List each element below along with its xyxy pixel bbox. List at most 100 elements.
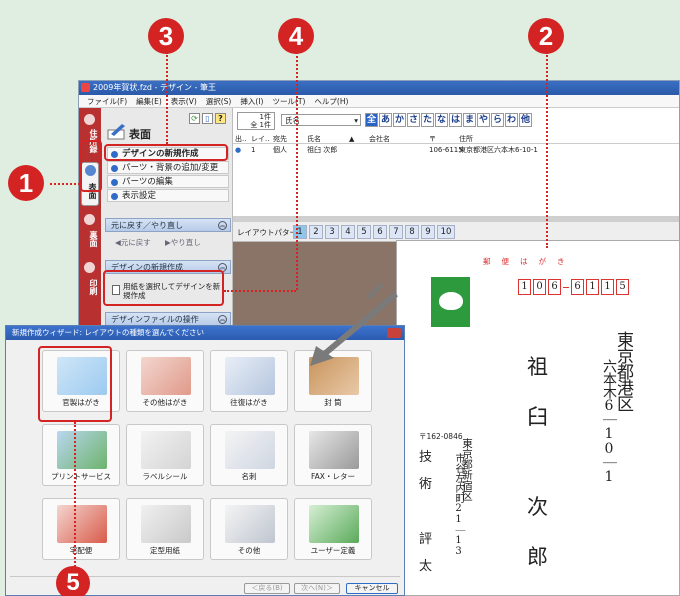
tile-fax-letter[interactable]: FAX・レター xyxy=(294,424,372,486)
callout-badge-2: 2 xyxy=(528,18,564,54)
tile-reply-postcard[interactable]: 往復はがき xyxy=(210,350,288,412)
tile-standard-paper[interactable]: 定型用紙 xyxy=(126,498,204,560)
menu-display-settings[interactable]: 表示設定 xyxy=(107,189,229,202)
layout-pattern-8[interactable]: 8 xyxy=(405,225,419,239)
leader-line-1 xyxy=(50,183,80,185)
fax-icon xyxy=(309,431,359,469)
reply-postcard-icon xyxy=(225,357,275,395)
table-row[interactable]: ● 1 個人 祖臼 次郎 106-6115 東京都港区六本木6-10-1 xyxy=(233,145,679,155)
kana-na[interactable]: な xyxy=(435,113,448,127)
kana-ma[interactable]: ま xyxy=(463,113,476,127)
zip-digit: 0 xyxy=(533,279,546,295)
col-out[interactable]: 出.. xyxy=(235,134,246,144)
back-icon xyxy=(84,214,95,225)
layout-pattern-6[interactable]: 6 xyxy=(373,225,387,239)
kana-filter-bar: 全 あ か さ た な は ま や ら わ 他 xyxy=(365,113,532,127)
recipient-name-char: 臼 xyxy=(527,405,548,429)
undo-link[interactable]: ◀元に戻す xyxy=(115,237,151,248)
kana-ha[interactable]: は xyxy=(449,113,462,127)
menu-insert[interactable]: 挿入(I) xyxy=(240,95,263,107)
sort-field-select[interactable]: 氏名 ▾ xyxy=(281,114,361,126)
next-button[interactable]: 次へ(N)＞ xyxy=(294,583,340,594)
zip-digit: 1 xyxy=(518,279,531,295)
tile-label-sticker[interactable]: ラベルシール xyxy=(126,424,204,486)
col-zip[interactable]: 〒 xyxy=(429,134,436,144)
pointer-arrow-small-icon xyxy=(366,282,384,300)
menu-add-parts[interactable]: パーツ・背景の追加/変更 xyxy=(107,161,229,174)
postcard-preview[interactable]: 郵便はがき 1 0 6 6 1 1 5 東京都港区 六本木6｜10｜1 祖 臼 … xyxy=(396,240,680,596)
standard-paper-icon xyxy=(141,505,191,543)
tile-print-service[interactable]: プリントサービス xyxy=(42,424,120,486)
recipient-name-char: 郎 xyxy=(527,545,548,569)
kana-all[interactable]: 全 xyxy=(365,113,378,127)
sender-name-char: 評 xyxy=(419,532,433,547)
layout-pattern-4[interactable]: 4 xyxy=(341,225,355,239)
leader-line-4 xyxy=(296,52,298,290)
menu-view[interactable]: 表示(V) xyxy=(171,95,197,107)
back-button[interactable]: ＜戻る(B) xyxy=(244,583,290,594)
col-name[interactable]: 氏名 xyxy=(307,134,321,144)
cancel-button[interactable]: キャンセル xyxy=(346,583,398,594)
col-layout[interactable]: レイ.. xyxy=(251,134,269,144)
tile-delivery-slip[interactable]: 宅配便 xyxy=(42,498,120,560)
tile-business-card[interactable]: 名刺 xyxy=(210,424,288,486)
leader-line-4b xyxy=(224,290,296,292)
layout-pattern-3[interactable]: 3 xyxy=(325,225,339,239)
highlight-new-from-paper xyxy=(103,270,224,306)
refresh-icon[interactable]: ⟳ xyxy=(189,113,200,124)
kana-ka[interactable]: か xyxy=(393,113,406,127)
collapse-icon[interactable]: ︽ xyxy=(218,221,227,230)
menu-edit[interactable]: 編集(E) xyxy=(136,95,162,107)
window-title: 2009年賀状.fzd - デザイン - 筆王 xyxy=(93,83,216,92)
pen-icon xyxy=(107,124,125,140)
kana-other[interactable]: 他 xyxy=(519,113,532,127)
zip-digit: 6 xyxy=(571,279,584,295)
layout-pattern-5[interactable]: 5 xyxy=(357,225,371,239)
address-list-pane: 1件全 1件 氏名 ▾ 全 あ か さ た な は ま や ら わ 他 出.. レ… xyxy=(233,108,679,216)
bird-icon xyxy=(439,292,463,310)
col-address[interactable]: 住所 xyxy=(459,134,473,144)
kana-ra[interactable]: ら xyxy=(491,113,504,127)
highlight-new-design xyxy=(104,144,228,161)
menu-help[interactable]: ヘルプ(H) xyxy=(314,95,348,107)
menu-select[interactable]: 選択(S) xyxy=(206,95,232,107)
tile-user-defined[interactable]: ユーザー定義 xyxy=(294,498,372,560)
callout-badge-5: 5 xyxy=(56,566,90,596)
record-counter: 1件全 1件 xyxy=(237,112,275,130)
tile-other-postcard[interactable]: その他はがき xyxy=(126,350,204,412)
kana-sa[interactable]: さ xyxy=(407,113,420,127)
collapse-icon[interactable]: ︽ xyxy=(218,315,227,324)
callout-badge-1: 1 xyxy=(8,165,44,201)
layout-pattern-9[interactable]: 9 xyxy=(421,225,435,239)
postcard-header: 郵便はがき xyxy=(483,257,576,266)
zip-digit: 5 xyxy=(616,279,629,295)
kana-ta[interactable]: た xyxy=(421,113,434,127)
print-icon xyxy=(84,262,95,273)
menu-tools[interactable]: ツール(T) xyxy=(272,95,305,107)
page-icon[interactable]: ▯ xyxy=(202,113,213,124)
stamp xyxy=(431,277,470,327)
menu-edit-parts[interactable]: パーツの編集 xyxy=(107,175,229,188)
menu-file[interactable]: ファイル(F) xyxy=(87,95,127,107)
leader-line-3 xyxy=(166,52,168,144)
kana-wa[interactable]: わ xyxy=(505,113,518,127)
layout-pattern-10[interactable]: 10 xyxy=(437,225,455,239)
callout-badge-4: 4 xyxy=(278,18,314,54)
layout-pattern-7[interactable]: 7 xyxy=(389,225,403,239)
recipient-address-line2: 六本木6｜10｜1 xyxy=(601,359,617,484)
kana-a[interactable]: あ xyxy=(379,113,392,127)
col-company[interactable]: 会社名 xyxy=(369,134,390,144)
redo-link[interactable]: ▶やり直し xyxy=(165,237,201,248)
tab-back[interactable]: 裏面 xyxy=(81,212,99,252)
file-section-header[interactable]: デザインファイルの操作 ︽ xyxy=(105,312,231,326)
help-icon[interactable]: ? xyxy=(215,113,226,124)
tile-other[interactable]: その他 xyxy=(210,498,288,560)
tab-print[interactable]: 印刷 xyxy=(81,260,99,300)
label-sticker-icon xyxy=(141,431,191,469)
title-bar: 2009年賀状.fzd - デザイン - 筆王 xyxy=(79,81,679,95)
layout-pattern-2[interactable]: 2 xyxy=(309,225,323,239)
undo-section-header[interactable]: 元に戻す／やり直し ︽ xyxy=(105,218,231,232)
col-dest[interactable]: 宛先 xyxy=(273,134,287,144)
zip-dash xyxy=(563,287,569,295)
kana-ya[interactable]: や xyxy=(477,113,490,127)
